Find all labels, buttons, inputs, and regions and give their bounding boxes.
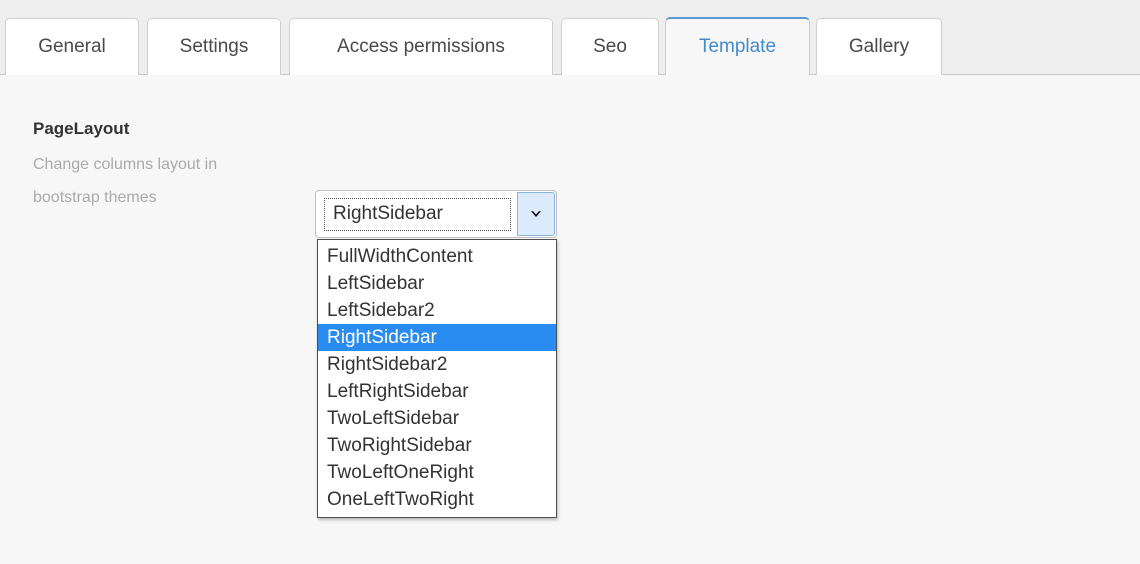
page-layout-select-column: RightSidebar FullWidthContent LeftSideba… (315, 190, 557, 518)
list-item[interactable]: LeftSidebar (318, 270, 556, 297)
tab-general[interactable]: General (5, 18, 139, 76)
page-layout-title: PageLayout (33, 119, 130, 138)
chevron-down-icon (531, 211, 541, 217)
template-tab-panel: PageLayout Change columns layout in boot… (0, 75, 1140, 564)
tab-settings[interactable]: Settings (147, 18, 281, 76)
list-item[interactable]: TwoLeftOneRight (318, 459, 556, 486)
page-layout-help-text: Change columns layout in bootstrap theme… (33, 148, 288, 214)
tab-general-label: General (38, 36, 106, 57)
list-item[interactable]: RightSidebar2 (318, 351, 556, 378)
tab-gallery[interactable]: Gallery (816, 18, 942, 76)
page-layout-help-line-1: Change columns layout in (33, 156, 218, 173)
tab-gallery-label: Gallery (848, 36, 910, 57)
page-layout-select[interactable]: RightSidebar (315, 190, 557, 238)
list-item[interactable]: OneLeftTwoRight (318, 486, 556, 513)
tab-list: General Settings Access permissions Seo … (5, 17, 942, 76)
list-item[interactable]: LeftSidebar2 (318, 297, 556, 324)
list-item[interactable]: TwoRightSidebar (318, 432, 556, 459)
tab-template-label: Template (698, 36, 777, 57)
tab-settings-label: Settings (179, 36, 249, 57)
tab-access-permissions[interactable]: Access permissions (289, 18, 553, 76)
list-item[interactable]: FullWidthContent (318, 243, 556, 270)
page-layout-select-value[interactable]: RightSidebar (324, 197, 511, 231)
list-item[interactable]: TwoLeftSidebar (318, 405, 556, 432)
tab-seo-label: Seo (593, 36, 627, 57)
page-layout-select-value-wrap[interactable]: RightSidebar (316, 191, 517, 237)
list-item[interactable]: LeftRightSidebar (318, 378, 556, 405)
tab-seo[interactable]: Seo (561, 18, 659, 76)
tab-template[interactable]: Template (665, 17, 810, 75)
page-layout-select-arrow-button[interactable] (517, 192, 555, 236)
page-layout-option-list[interactable]: FullWidthContent LeftSidebar LeftSidebar… (317, 239, 557, 518)
page-layout-help-line-2: bootstrap themes (33, 189, 157, 206)
page-layout-label-column: PageLayout Change columns layout in boot… (33, 119, 288, 214)
tab-access-permissions-label: Access permissions (337, 36, 505, 57)
tab-strip: General Settings Access permissions Seo … (0, 0, 1140, 76)
list-item-selected[interactable]: RightSidebar (318, 324, 556, 351)
